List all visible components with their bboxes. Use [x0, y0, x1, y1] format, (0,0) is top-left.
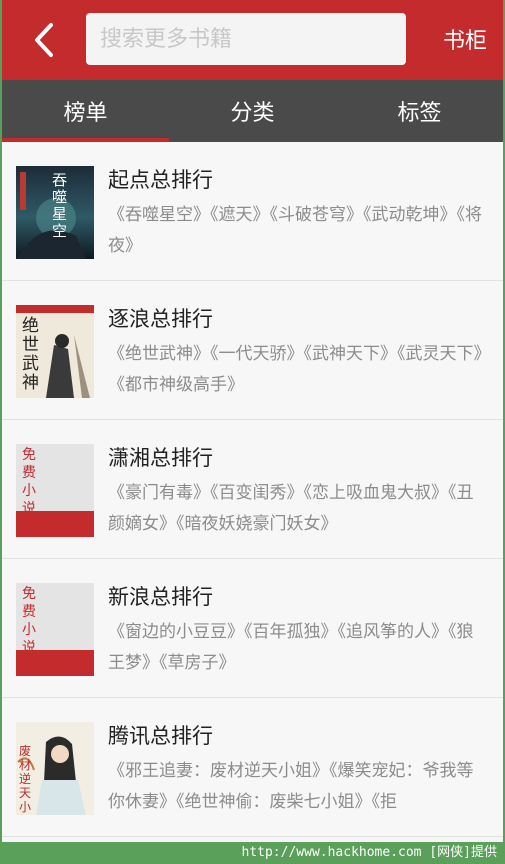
ranking-item-zhulang[interactable]: 绝世武神 逐浪总排行 《绝世武神》《一代天骄》《武神天下》《武灵天下》《都市神级… [2, 281, 503, 420]
search-input[interactable] [98, 25, 394, 53]
book-cover: 废材逆天小姐 [16, 722, 94, 815]
book-cover: 免费小说 [16, 444, 94, 537]
cover-band [16, 511, 94, 537]
chevron-left-icon [35, 23, 53, 57]
book-cover: 绝世武神 [16, 305, 94, 398]
ranking-item-xiaoxiang[interactable]: 免费小说 潇湘总排行 《豪门有毒》《百变闺秀》《恋上吸血鬼大叔》《丑颜嫡女》《暗… [2, 420, 503, 559]
back-button[interactable] [22, 18, 66, 62]
ranking-title: 新浪总排行 [108, 585, 213, 609]
book-cover: 吞噬星空 [16, 166, 94, 259]
ranking-title: 起点总排行 [108, 168, 213, 192]
ranking-title: 潇湘总排行 [108, 446, 213, 470]
cover-title: 免费小说 [22, 586, 36, 656]
cover-title: 绝世武神 [22, 316, 39, 393]
book-cover: 免费小说 [16, 583, 94, 676]
ranking-title: 逐浪总排行 [108, 307, 213, 331]
ranking-books: 《邪王追妻：废材逆天小姐》《爆笑宠妃：爷我等你休妻》《绝世神偷：废柴七小姐》《拒 [108, 761, 474, 812]
ranking-books: 《绝世武神》《一代天骄》《武神天下》《武灵天下》《都市神级高手》 [108, 344, 482, 395]
ranking-item-qidian[interactable]: 吞噬星空 起点总排行 《吞噬星空》《遮天》《斗破苍穹》《武动乾坤》《将夜》 [2, 142, 503, 281]
cover-title: 免费小说 [22, 447, 36, 517]
free-novel-cover: 免费小说 [16, 583, 94, 676]
ranking-list: 吞噬星空 起点总排行 《吞噬星空》《遮天》《斗破苍穹》《武动乾坤》《将夜》 绝世… [2, 142, 503, 837]
cover-title: 废材逆天小姐 [19, 744, 32, 815]
ranking-item-sina[interactable]: 免费小说 新浪总排行 《窗边的小豆豆》《百年孤独》《追风筝的人》《狼王梦》《草房… [2, 559, 503, 698]
top-bar: 书柜 [2, 0, 503, 80]
search-box[interactable] [86, 13, 406, 65]
ranking-books: 《豪门有毒》《百变闺秀》《恋上吸血鬼大叔》《丑颜嫡女》《暗夜妖娆豪门妖女》 [108, 483, 474, 534]
free-novel-cover: 免费小说 [16, 444, 94, 537]
cover-title: 吞噬星空 [52, 171, 68, 240]
ranking-title: 腾讯总排行 [108, 724, 213, 748]
tab-tags[interactable]: 标签 [336, 80, 503, 142]
bookshelf-button[interactable]: 书柜 [443, 23, 487, 55]
tab-bar: 榜单 分类 标签 [2, 80, 503, 142]
tab-categories[interactable]: 分类 [169, 80, 336, 142]
ranking-item-tencent[interactable]: 废材逆天小姐 腾讯总排行 《邪王追妻：废材逆天小姐》《爆笑宠妃：爷我等你休妻》《… [2, 698, 503, 837]
ranking-books: 《窗边的小豆豆》《百年孤独》《追风筝的人》《狼王梦》《草房子》 [108, 622, 474, 673]
ranking-books: 《吞噬星空》《遮天》《斗破苍穹》《武动乾坤》《将夜》 [108, 205, 482, 256]
site-watermark: http://www.hackhome.com [网侠]提供 [241, 845, 498, 860]
tab-rankings[interactable]: 榜单 [2, 80, 169, 142]
cover-band [16, 650, 94, 676]
app-screen: 书柜 榜单 分类 标签 [2, 0, 503, 842]
